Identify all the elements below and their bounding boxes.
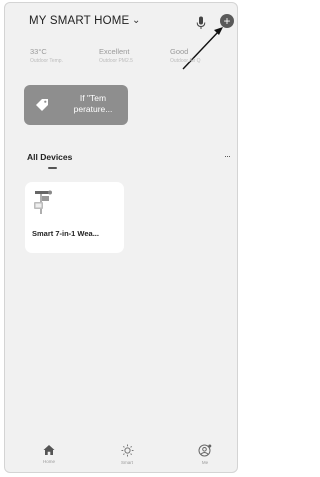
tag-icon: [36, 99, 48, 111]
tab-indicator: [48, 167, 57, 169]
weather-label: Outdoor Air Q: [170, 58, 201, 64]
weather-pm25: Excellent Outdoor PM2.5: [99, 47, 133, 64]
tab-label: Me: [201, 460, 209, 465]
tab-me[interactable]: Me: [185, 444, 225, 465]
device-card[interactable]: Smart 7-in-1 Wea...: [25, 182, 124, 253]
more-icon[interactable]: ···: [224, 151, 231, 161]
tab-home[interactable]: Home: [29, 444, 69, 464]
app-screen: MY SMART HOME ⌄ + 33°C Outdoor Temp. Exc…: [4, 2, 238, 473]
home-icon: [43, 445, 55, 455]
weather-temperature: 33°C Outdoor Temp.: [30, 47, 63, 64]
smart-scene-button[interactable]: If "Tem perature...: [24, 85, 128, 125]
scene-label: If "Tem perature...: [73, 93, 113, 114]
tab-label: Home: [42, 459, 55, 464]
weather-value: 33°C: [30, 47, 47, 56]
tab-label: Smart: [120, 460, 133, 465]
weather-label: Outdoor Temp.: [30, 58, 63, 64]
tab-smart[interactable]: Smart: [107, 444, 147, 465]
weather-value: Good: [170, 47, 189, 56]
weather-air-quality: Good Outdoor Air Q: [170, 47, 201, 64]
home-selector[interactable]: MY SMART HOME: [29, 15, 129, 27]
sun-icon: [121, 444, 133, 457]
weather-station-icon: [34, 190, 52, 214]
profile-icon: [198, 444, 212, 457]
section-title-all-devices[interactable]: All Devices: [27, 152, 72, 162]
chevron-down-icon[interactable]: ⌄: [132, 15, 140, 26]
weather-value: Excellent: [99, 47, 130, 56]
weather-label: Outdoor PM2.5: [99, 58, 133, 64]
device-name: Smart 7-in-1 Wea...: [32, 229, 99, 238]
